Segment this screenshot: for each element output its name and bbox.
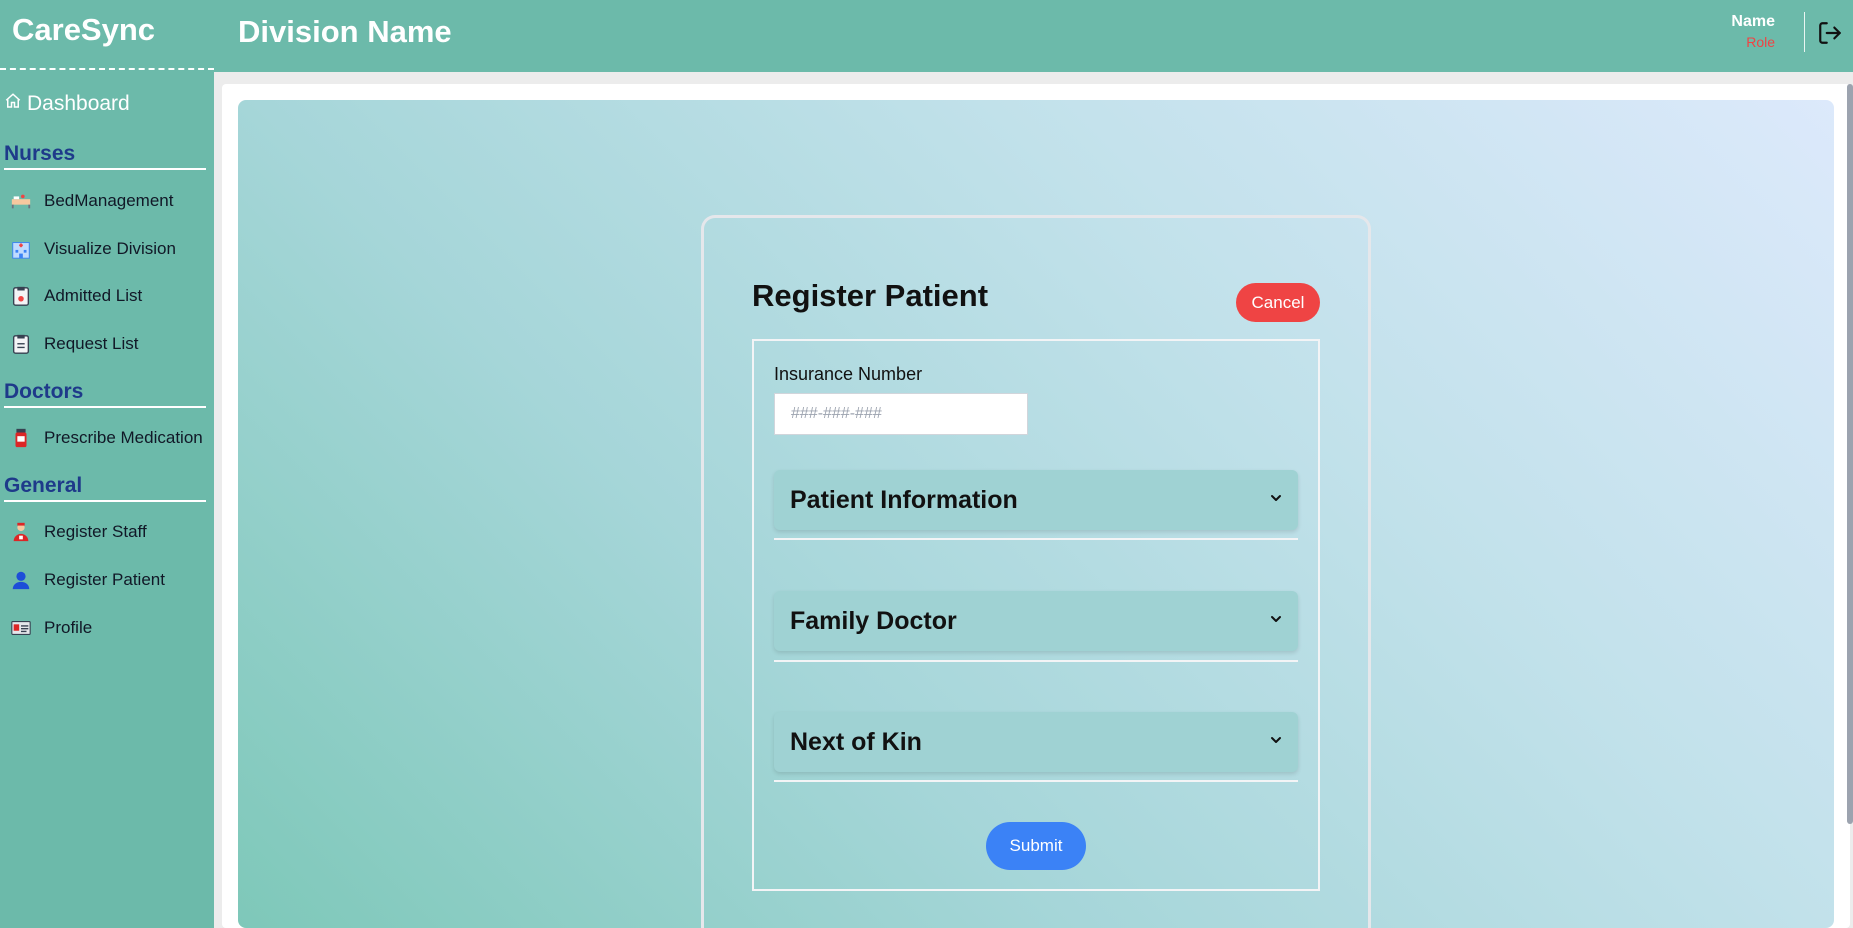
user-icon	[10, 569, 32, 591]
sidebar-item-visualize-division[interactable]: Visualize Division	[10, 234, 176, 264]
header-divider	[1804, 12, 1805, 52]
sidebar-item-profile[interactable]: Profile	[10, 613, 92, 643]
scrollbar[interactable]	[1847, 84, 1853, 824]
submit-button[interactable]: Submit	[986, 822, 1086, 870]
home-icon	[4, 92, 27, 116]
user-name: Name	[1731, 13, 1775, 30]
brand-logo: CareSync	[0, 0, 214, 70]
accordion-next-of-kin[interactable]: Next of Kin	[774, 712, 1298, 772]
sidebar-item-label: Visualize Division	[44, 239, 176, 258]
sidebar-item-label: Register Staff	[44, 522, 147, 541]
sidebar-item-bed-management[interactable]: BedManagement	[10, 186, 173, 216]
clipboard-icon	[10, 285, 32, 307]
chevron-down-icon	[1268, 732, 1284, 753]
sidebar-item-prescribe-medication[interactable]: Prescribe Medication	[10, 423, 203, 453]
sidebar-item-register-staff[interactable]: Register Staff	[10, 517, 147, 547]
sidebar-item-request-list[interactable]: Request List	[10, 329, 139, 359]
accordion-title: Next of Kin	[790, 727, 922, 756]
bed-icon	[10, 190, 32, 212]
id-card-icon	[10, 617, 32, 639]
sidebar-item-admitted-list[interactable]: Admitted List	[10, 281, 142, 311]
sidebar-item-dashboard[interactable]: Dashboard	[4, 86, 130, 122]
accordion-patient-information[interactable]: Patient Information	[774, 470, 1298, 530]
staff-icon	[10, 521, 32, 543]
sidebar-item-label: Profile	[44, 618, 93, 637]
sidebar-item-label: Register Patient	[44, 570, 165, 589]
cancel-button[interactable]: Cancel	[1236, 283, 1320, 322]
top-header: Division Name Name Role	[214, 0, 1853, 72]
hospital-icon	[10, 238, 32, 260]
sidebar: CareSync Dashboard Nurses BedManagement …	[0, 0, 214, 928]
section-title-nurses: Nurses	[4, 142, 206, 170]
accordion-title: Family Doctor	[790, 606, 957, 635]
sidebar-item-label: Request List	[44, 334, 139, 353]
page-title: Division Name	[238, 14, 452, 49]
medicine-bottle-icon	[10, 427, 32, 449]
section-title-general: General	[4, 474, 206, 502]
accordion-divider	[774, 538, 1298, 540]
accordion-divider	[774, 780, 1298, 782]
user-role: Role	[1746, 34, 1775, 50]
accordion-family-doctor[interactable]: Family Doctor	[774, 591, 1298, 651]
clipboard-icon	[10, 333, 32, 355]
sidebar-item-label: Dashboard	[27, 92, 130, 115]
insurance-number-input[interactable]	[774, 393, 1028, 435]
form-title: Register Patient	[752, 278, 989, 313]
sidebar-item-label: BedManagement	[44, 191, 174, 210]
logout-icon[interactable]	[1817, 20, 1843, 46]
accordion-divider	[774, 660, 1298, 662]
sidebar-item-label: Admitted List	[44, 286, 143, 305]
insurance-number-label: Insurance Number	[774, 364, 923, 384]
chevron-down-icon	[1268, 611, 1284, 632]
sidebar-item-register-patient[interactable]: Register Patient	[10, 565, 165, 595]
accordion-title: Patient Information	[790, 485, 1018, 514]
chevron-down-icon	[1268, 490, 1284, 511]
section-title-doctors: Doctors	[4, 380, 206, 408]
sidebar-item-label: Prescribe Medication	[44, 428, 203, 447]
